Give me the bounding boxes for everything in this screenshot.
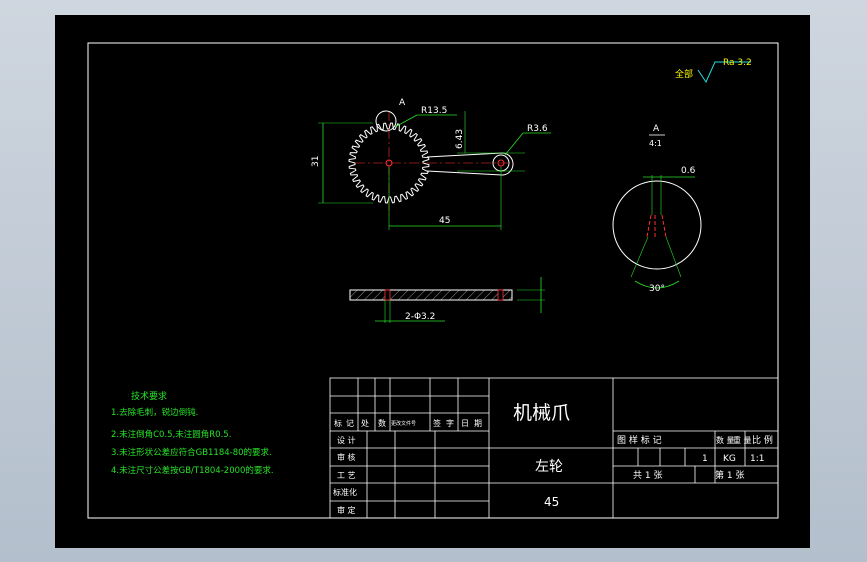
detail-title: A bbox=[653, 124, 660, 134]
title-block-text: 标 记 处 数 更改文件号 签 字 日 期 设 计 审 核 工 艺 标准化 审 … bbox=[333, 402, 773, 515]
r-large-leader bbox=[394, 114, 418, 128]
tech-note-2: 2.未注倒角C0.5,未注圆角R0.5. bbox=[111, 429, 231, 440]
detail-angle-ext-a bbox=[630, 236, 649, 278]
hdr-chu: 处 bbox=[361, 418, 369, 428]
detail-angle-ext-b bbox=[665, 236, 682, 278]
section-view: 2-Φ3.2 bbox=[349, 277, 545, 323]
section-body bbox=[349, 289, 513, 301]
quantity-value: 1 bbox=[702, 454, 708, 464]
hdr-qi: 期 bbox=[474, 419, 482, 428]
attr-scale: 比 例 bbox=[752, 434, 773, 446]
detail-scale: 4:1 bbox=[649, 139, 662, 148]
part-name: 左轮 bbox=[535, 459, 563, 475]
hdr-biao: 标 bbox=[334, 418, 342, 428]
attr-pattern: 图 样 标 记 bbox=[617, 434, 662, 446]
drawing-sheet: 全部 Ra 3.2 A R13.5 R3.6 31 6.43 45 2-Φ3.2… bbox=[55, 15, 810, 548]
surface-finish: 全部 Ra 3.2 bbox=[675, 58, 752, 84]
detail-dim-width: 0.6 bbox=[681, 166, 696, 176]
hdr-ji: 记 bbox=[346, 419, 354, 428]
row-check: 审 核 bbox=[337, 452, 356, 462]
weight-value: KG bbox=[723, 454, 736, 464]
attr-weight: 重 量 bbox=[733, 435, 752, 445]
material: 45 bbox=[544, 495, 559, 509]
hdr-ri: 日 bbox=[461, 419, 469, 428]
hdr-qian: 签 bbox=[433, 418, 441, 428]
tech-note-3: 3.未注形状公差应符合GB1184-80的要求. bbox=[111, 447, 272, 458]
detail-circle bbox=[612, 180, 702, 270]
surface-finish-value: Ra 3.2 bbox=[723, 58, 752, 68]
dim-height: 31 bbox=[311, 156, 321, 167]
hdr-file: 更改文件号 bbox=[391, 420, 416, 427]
detail-mark-circle bbox=[375, 110, 397, 132]
hdr-zi: 字 bbox=[446, 418, 454, 428]
dim-center: 45 bbox=[439, 216, 450, 226]
main-view: A R13.5 R3.6 31 6.43 45 bbox=[311, 98, 551, 230]
detail-dim-angle: 30° bbox=[649, 284, 665, 294]
row-process: 工 艺 bbox=[337, 471, 356, 480]
tech-notes-title: 技术要求 bbox=[131, 390, 167, 402]
dim-r-small: R3.6 bbox=[527, 124, 548, 134]
hdr-shu: 数 bbox=[378, 418, 386, 428]
section-hole-right bbox=[497, 289, 504, 301]
dim-offset: 6.43 bbox=[455, 129, 465, 149]
detail-view: A 4:1 0.6 30° bbox=[612, 124, 702, 294]
cad-drawing: 全部 Ra 3.2 A R13.5 R3.6 31 6.43 45 2-Φ3.2… bbox=[87, 42, 779, 519]
section-hole-left bbox=[384, 289, 391, 301]
dim-r-large: R13.5 bbox=[421, 106, 447, 116]
tech-note-1: 1.去除毛刺，锐边倒钝. bbox=[111, 407, 198, 418]
surface-finish-prefix: 全部 bbox=[675, 68, 693, 80]
row-standard: 标准化 bbox=[333, 487, 357, 497]
detail-tooth-a bbox=[646, 214, 652, 238]
arm-outline bbox=[426, 152, 514, 176]
r-small-leader bbox=[504, 132, 524, 156]
detail-tooth-b bbox=[661, 214, 667, 238]
detail-mark-label: A bbox=[399, 98, 406, 108]
row-approve: 审 定 bbox=[337, 505, 356, 515]
attr-qty: 数 量 bbox=[716, 435, 735, 445]
scale-value: 1:1 bbox=[750, 454, 764, 464]
dim-holes: 2-Φ3.2 bbox=[405, 312, 435, 322]
row-design: 设 计 bbox=[337, 435, 356, 445]
tech-notes: 技术要求 1.去除毛刺，锐边倒钝. 2.未注倒角C0.5,未注圆角R0.5. 3… bbox=[111, 390, 274, 476]
tech-note-4: 4.未注尺寸公差按GB/T1804-2000的要求. bbox=[111, 465, 274, 476]
sheets-total: 共 1 张 bbox=[633, 470, 662, 481]
sheet-number: 第 1 张 bbox=[715, 469, 744, 481]
drawing-name: 机械爪 bbox=[513, 402, 570, 424]
